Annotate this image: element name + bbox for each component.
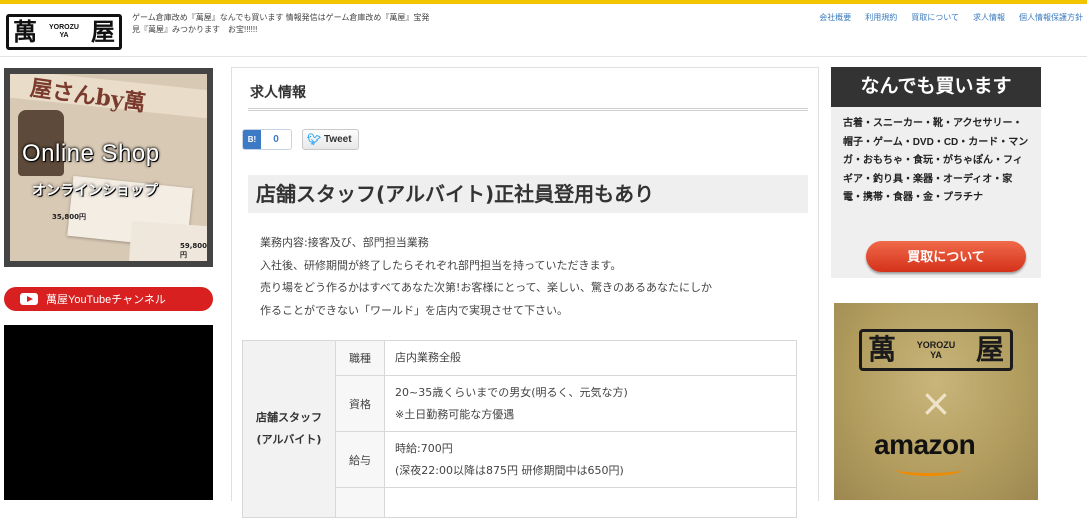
main-content: 求人情報 B! 0 🐦︎ Tweet 店舗スタッフ(アルバイト)正社員登用もあり… <box>231 67 819 518</box>
description-line: 入社後、研修期間が終了したらそれぞれ部門担当を持っていただきます。 <box>260 258 622 272</box>
row-value-line1: 店内業務全般 <box>395 351 461 364</box>
table-row: 店舗スタッフ (アルバイト) 職種 店内業務全般 <box>242 340 797 518</box>
row-label <box>335 487 385 518</box>
amazon-smile-icon <box>896 463 962 476</box>
job-table: 店舗スタッフ (アルバイト) 職種 店内業務全般 資格 20~35歳くらいまでの… <box>242 340 797 518</box>
buyback-button[interactable]: 買取について <box>866 241 1026 272</box>
row-value-line1: 時給:700円 <box>395 441 453 455</box>
site-logo[interactable]: 萬 YOROZU YA 屋 <box>6 14 122 50</box>
buy-anything-heading: なんでも買います <box>831 67 1041 107</box>
youtube-channel-button[interactable]: 萬屋YouTubeチャンネル <box>4 287 213 311</box>
nav-privacy[interactable]: 個人情報保護方針 <box>1019 12 1083 23</box>
hatena-bookmark-button[interactable]: B! 0 <box>242 129 292 150</box>
position-cell: 店舗スタッフ (アルバイト) <box>242 340 336 518</box>
top-nav: 会社概要 利用規約 買取について 求人情報 個人情報保護方針 <box>819 12 1083 23</box>
price-tag: 59,800円 <box>180 242 207 259</box>
price-tag: 35,800円 <box>52 213 87 221</box>
description-line: 売り場をどう作るかはすべてあなた次第!お客様にとって、楽しい、驚きのあるあなたに… <box>260 281 712 294</box>
hatena-icon: B! <box>243 130 261 149</box>
amazon-logo: amazon <box>874 429 976 460</box>
banner-logo: 萬 YOROZU YA 屋 <box>859 329 1013 371</box>
video-embed[interactable] <box>4 325 213 500</box>
nav-terms[interactable]: 利用規約 <box>865 12 897 23</box>
row-value-line2: (深夜22:00以降は875円 研修期間中は650円) <box>395 463 624 477</box>
cross-icon: × <box>920 381 952 425</box>
logo-romaji-line1: YOROZU <box>49 24 79 31</box>
description-line: 作ることができない「ワールド」を店内で実現させて下さい。 <box>260 303 568 317</box>
logo-romaji-line2: YA <box>59 32 69 39</box>
row-value: 時給:700円 (深夜22:00以降は875円 研修期間中は650円) <box>384 431 797 488</box>
banner-logo-romaji: YOROZU YA <box>917 340 956 360</box>
tweet-button[interactable]: 🐦︎ Tweet <box>302 129 359 150</box>
logo-romaji: YOROZU YA <box>49 24 79 40</box>
online-shop-banner[interactable]: 屋さんby萬 35,800円 59,800円 Online Shop オンライン… <box>4 68 213 267</box>
online-shop-subtitle: オンラインショップ <box>32 183 158 199</box>
nav-company[interactable]: 会社概要 <box>819 12 851 23</box>
amazon-banner-bg: 萬 YOROZU YA 屋 × amazon <box>834 303 1038 500</box>
banner-logo-romaji-line1: YOROZU <box>916 340 956 350</box>
row-value: 店内業務全般 <box>384 340 797 376</box>
logo-kanji-left: 萬 <box>13 17 37 46</box>
youtube-channel-label: 萬屋YouTubeチャンネル <box>46 294 166 306</box>
nav-buyback[interactable]: 買取について <box>911 12 959 23</box>
position-line2: (アルバイト) <box>256 433 322 446</box>
position-line1: 店舗スタッフ <box>256 411 322 424</box>
row-value-line1: 20~35歳くらいまでの男女(明るく、元気な方) <box>395 385 628 399</box>
row-value <box>384 487 797 518</box>
yorozuya-amazon-banner[interactable]: 萬 YOROZU YA 屋 × amazon <box>831 298 1041 500</box>
logo-kanji-right: 屋 <box>90 17 115 46</box>
row-label: 資格 <box>335 375 385 432</box>
banner-logo-kanji-left: 萬 <box>868 333 897 366</box>
page-title: 求人情報 <box>248 82 808 111</box>
row-value-line2: ※土日勤務可能な方優遇 <box>395 407 515 421</box>
youtube-icon <box>20 293 38 305</box>
tweet-label: Tweet <box>323 134 352 145</box>
banner-logo-romaji-line2: YA <box>930 350 942 360</box>
site-tagline: ゲーム倉庫改め『萬屋』なんでも買います 情報発信はゲーム倉庫改め『萬屋』宝発見『… <box>132 13 430 34</box>
row-label: 給与 <box>335 431 385 488</box>
banner-logo-kanji-right: 屋 <box>975 333 1004 366</box>
job-description: 業務内容:接客及び、部門担当業務 入社後、研修期間が終了したらそれぞれ部門担当を… <box>260 232 800 322</box>
twitter-bird-icon: 🐦︎ <box>307 134 321 146</box>
online-shop-title: Online Shop <box>22 140 160 167</box>
job-heading: 店舗スタッフ(アルバイト)正社員登用もあり <box>248 175 808 213</box>
row-label: 職種 <box>335 340 385 376</box>
site-header: 萬 YOROZU YA 屋 ゲーム倉庫改め『萬屋』なんでも買います 情報発信はゲ… <box>0 4 1087 57</box>
row-value: 20~35歳くらいまでの男女(明るく、元気な方) ※土日勤務可能な方優遇 <box>384 375 797 432</box>
description-line: 業務内容:接客及び、部門担当業務 <box>260 236 429 249</box>
buy-anything-text: 古着・スニーカー・靴・アクセサリー・帽子・ゲーム・DVD・CD・カード・マンガ・… <box>843 118 1029 203</box>
buy-anything-ad: なんでも買います 古着・スニーカー・靴・アクセサリー・帽子・ゲーム・DVD・CD… <box>831 67 1041 278</box>
share-buttons: B! 0 🐦︎ Tweet <box>242 129 359 150</box>
nav-recruit[interactable]: 求人情報 <box>973 12 1005 23</box>
hatena-count: 0 <box>261 130 291 149</box>
